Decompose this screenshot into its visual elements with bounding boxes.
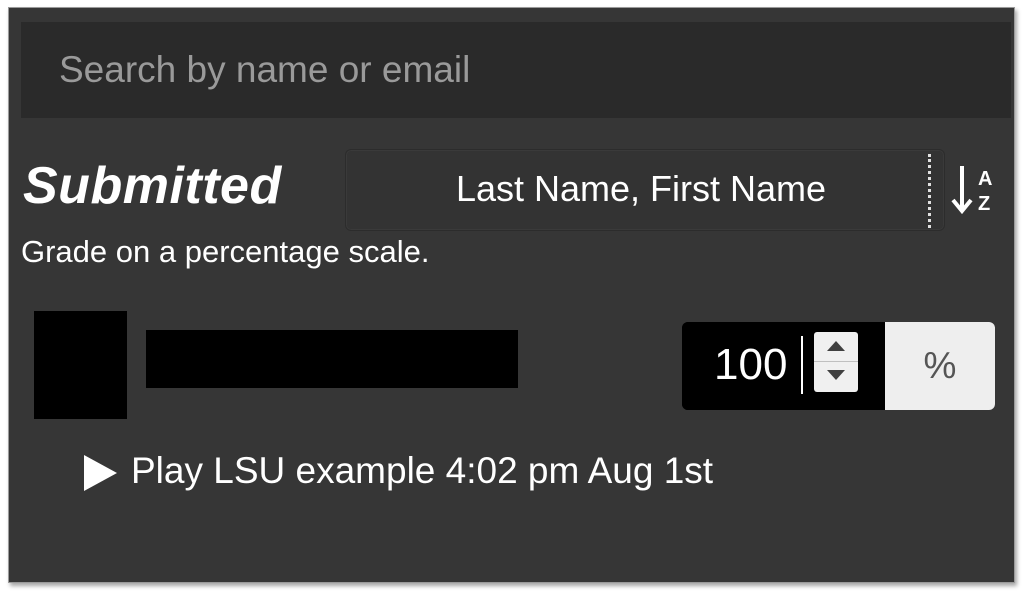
grade-stepper[interactable]: [814, 332, 858, 392]
section-title: Submitted: [23, 157, 282, 215]
increment-arrow-icon[interactable]: [814, 332, 858, 362]
search-input[interactable]: [21, 22, 1011, 118]
svg-text:Z: Z: [978, 193, 990, 215]
sort-order-select[interactable]: Last Name, First Name: [345, 149, 945, 231]
text-caret: [801, 336, 803, 394]
percent-unit-addon: %: [885, 322, 995, 410]
svg-text:A: A: [978, 168, 992, 190]
sort-order-selected-label: Last Name, First Name: [455, 168, 827, 209]
grading-panel: Submitted Last Name, First Name A Z Grad…: [8, 7, 1015, 583]
grading-scale-description: Grade on a percentage scale.: [21, 234, 430, 269]
sort-divider: [928, 154, 931, 228]
student-name-redacted: [146, 330, 518, 388]
decrement-arrow-icon[interactable]: [814, 362, 858, 391]
play-icon[interactable]: [84, 455, 117, 491]
grade-value: 100: [714, 340, 788, 389]
play-submission-label[interactable]: Play LSU example 4:02 pm Aug 1st: [131, 450, 713, 492]
sort-alpha-icon[interactable]: A Z: [944, 160, 1004, 220]
search-bar: [21, 22, 1011, 118]
avatar: [34, 311, 127, 419]
grade-field: 100 %: [682, 322, 995, 410]
